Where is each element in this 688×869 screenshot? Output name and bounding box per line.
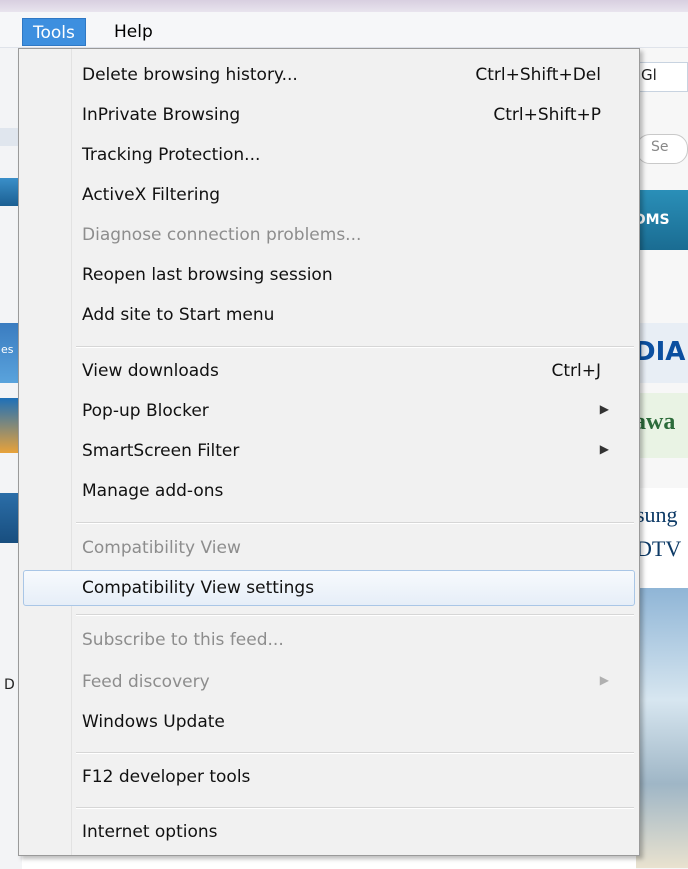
menu-item-feed-discovery: Feed discovery ▶: [23, 664, 635, 700]
menu-separator: [76, 752, 634, 754]
background-text: D: [4, 677, 15, 693]
menu-item-activex-filtering[interactable]: ActiveX Filtering: [23, 177, 635, 213]
menu-item-shortcut: Ctrl+Shift+Del: [475, 65, 601, 85]
menu-tools[interactable]: Tools: [22, 18, 86, 46]
menu-item-internet-options[interactable]: Internet options: [23, 814, 635, 850]
background-text: Se: [651, 139, 669, 155]
background-text-block: sung DTV: [636, 488, 688, 588]
menu-item-label: ActiveX Filtering: [82, 185, 221, 205]
menu-item-add-site-to-start[interactable]: Add site to Start menu: [23, 297, 635, 333]
menu-item-label: Diagnose connection problems...: [82, 225, 362, 245]
menu-item-label: Reopen last browsing session: [82, 265, 333, 285]
background-banner: awa: [636, 393, 688, 458]
background-text: DIA: [636, 337, 686, 367]
menu-item-label: View downloads: [82, 361, 219, 381]
menu-item-label: Manage add-ons: [82, 481, 224, 501]
menu-item-windows-update[interactable]: Windows Update: [23, 704, 635, 740]
background-text: sung: [636, 502, 678, 527]
background-text: DTV: [636, 536, 682, 561]
menu-item-f12-developer-tools[interactable]: F12 developer tools: [23, 759, 635, 795]
menu-item-label: F12 developer tools: [82, 767, 251, 787]
menu-item-smartscreen-filter[interactable]: SmartScreen Filter ▶: [23, 433, 635, 469]
background-photo: [636, 588, 688, 868]
menu-separator: [76, 522, 634, 524]
background-banner: [0, 493, 20, 543]
menu-item-subscribe-feed: Subscribe to this feed...: [23, 622, 635, 658]
background-text: es: [1, 343, 14, 356]
background-banner: DMS: [636, 190, 688, 250]
menu-separator: [76, 807, 634, 809]
menu-item-label: SmartScreen Filter: [82, 441, 240, 461]
menu-item-label: Add site to Start menu: [82, 305, 275, 325]
window-top-strip: [0, 0, 688, 12]
background-text: DMS: [636, 212, 670, 228]
submenu-arrow-icon: ▶: [599, 402, 609, 416]
background-search-box: Se: [636, 134, 688, 164]
menu-item-manage-addons[interactable]: Manage add-ons: [23, 473, 635, 509]
background-text: awa: [636, 409, 676, 435]
menu-item-shortcut: Ctrl+J: [551, 361, 601, 381]
menu-help[interactable]: Help: [104, 18, 163, 46]
tools-menu: Delete browsing history... Ctrl+Shift+De…: [18, 48, 640, 856]
menu-item-label: Subscribe to this feed...: [82, 630, 284, 650]
menu-item-label: Compatibility View: [82, 538, 241, 558]
submenu-arrow-icon: ▶: [599, 673, 609, 687]
menu-item-popup-blocker[interactable]: Pop-up Blocker ▶: [23, 393, 635, 429]
menu-item-tracking-protection[interactable]: Tracking Protection...: [23, 137, 635, 173]
menu-item-inprivate-browsing[interactable]: InPrivate Browsing Ctrl+Shift+P: [23, 97, 635, 133]
menu-item-reopen-last-session[interactable]: Reopen last browsing session: [23, 257, 635, 293]
background-banner: es: [0, 323, 20, 383]
menu-item-label: Windows Update: [82, 712, 225, 732]
background-right-area: Gl Se DMS DIA awa sung DTV: [636, 48, 688, 869]
background-banner: DIA: [636, 323, 688, 383]
menu-item-label: Pop-up Blocker: [82, 401, 209, 421]
background-banner: [0, 178, 20, 206]
menu-item-label: Compatibility View settings: [82, 578, 315, 598]
menu-item-label: InPrivate Browsing: [82, 105, 241, 125]
menu-item-label: Feed discovery: [82, 672, 210, 692]
background-icon: [0, 128, 20, 146]
background-banner: [0, 398, 20, 453]
menu-item-compatibility-view: Compatibility View: [23, 530, 635, 566]
menu-item-label: Tracking Protection...: [82, 145, 261, 165]
menu-item-view-downloads[interactable]: View downloads Ctrl+J: [23, 353, 635, 389]
submenu-arrow-icon: ▶: [599, 442, 609, 456]
background-tab: Gl: [636, 62, 688, 92]
menu-separator: [76, 614, 634, 616]
menu-item-compatibility-view-settings[interactable]: Compatibility View settings: [23, 570, 635, 606]
background-label: D: [0, 673, 20, 703]
menu-item-label: Internet options: [82, 822, 218, 842]
menu-item-diagnose-connection: Diagnose connection problems...: [23, 217, 635, 253]
background-text: Gl: [641, 66, 657, 84]
menu-bar: Tools Help: [0, 12, 688, 48]
menu-separator: [76, 346, 634, 348]
menu-item-shortcut: Ctrl+Shift+P: [493, 105, 601, 125]
menu-item-delete-browsing-history[interactable]: Delete browsing history... Ctrl+Shift+De…: [23, 57, 635, 93]
menu-item-label: Delete browsing history...: [82, 65, 298, 85]
